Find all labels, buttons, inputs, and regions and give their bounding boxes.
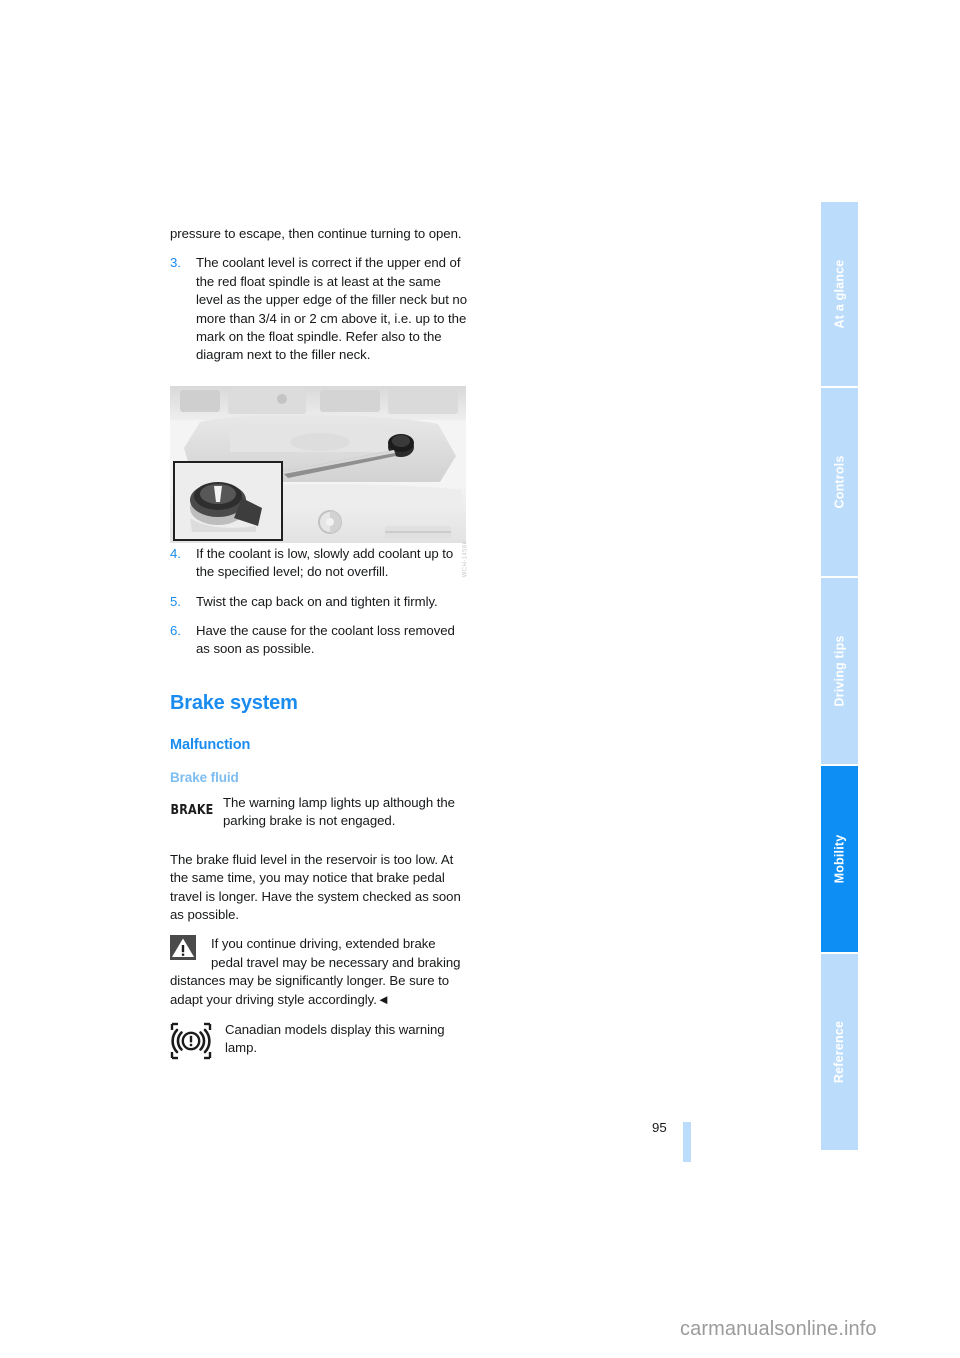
body-paragraph: The brake fluid level in the reservoir i…: [170, 851, 461, 922]
warning-note: If you continue driving, extended brake …: [170, 935, 470, 1009]
brake-lamp-note: BRAKE The warning lamp lights up althoug…: [170, 794, 470, 831]
sidebar-tab-mobility[interactable]: Mobility: [821, 766, 858, 954]
list-item-number: 4.: [170, 545, 181, 561]
list-item: 5. Twist the cap back on and tighten it …: [170, 593, 470, 611]
subsection-heading: Malfunction: [170, 736, 251, 753]
page-number-marker: [683, 1122, 691, 1162]
manual-page: At a glance Controls Driving tips Mobili…: [0, 0, 960, 1358]
sidebar-tab-label: Reference: [832, 1020, 847, 1084]
warning-note-body: If you continue driving, extended brake …: [170, 936, 461, 1007]
coolant-tank-figure: WCH-1458k: [170, 386, 468, 577]
continued-paragraph: pressure to escape, then continue turnin…: [170, 226, 462, 241]
sidebar-tab-reference[interactable]: Reference: [821, 954, 858, 1150]
list-item: 6. Have the cause for the coolant loss r…: [170, 622, 470, 659]
brake-warning-lamp-icon: BRAKE: [170, 794, 216, 828]
sidebar-tab-label: At a glance: [832, 259, 847, 329]
sub-subsection-heading: Brake fluid: [170, 769, 239, 785]
brake-lamp-label: BRAKE: [170, 803, 214, 819]
warning-note-text: If you continue driving, extended brake …: [170, 935, 470, 1009]
section-tab-rail: At a glance Controls Driving tips Mobili…: [821, 202, 858, 1150]
page-number: 95: [652, 1120, 667, 1135]
sidebar-tab-controls[interactable]: Controls: [821, 388, 858, 578]
sidebar-tab-driving-tips[interactable]: Driving tips: [821, 578, 858, 766]
list-item-number: 6.: [170, 623, 181, 639]
list-item-text: The coolant level is correct if the uppe…: [196, 255, 468, 363]
list-item-number: 5.: [170, 593, 181, 609]
list-item: 4. If the coolant is low, slowly add coo…: [170, 545, 470, 582]
canadian-lamp-note: Canadian models display this warning lam…: [170, 1021, 470, 1063]
figure-photo: [170, 386, 466, 543]
sidebar-tab-label: Driving tips: [832, 635, 847, 707]
sidebar-tab-at-a-glance[interactable]: At a glance: [821, 202, 858, 388]
sidebar-tab-label: Controls: [832, 455, 847, 509]
list-item-text: Twist the cap back on and tighten it fir…: [196, 593, 438, 609]
list-item: 3. The coolant level is correct if the u…: [170, 254, 470, 364]
list-item-number: 3.: [170, 255, 181, 271]
list-item-text: Have the cause for the coolant loss remo…: [196, 623, 455, 657]
section-heading: Brake system: [170, 691, 298, 714]
warning-end-marker: ◄: [376, 991, 390, 1007]
sidebar-tab-label: Mobility: [832, 834, 847, 884]
list-item-text: If the coolant is low, slowly add coolan…: [196, 545, 454, 580]
page-content-column: pressure to escape, then continue turnin…: [170, 225, 470, 1063]
warning-triangle-icon: [170, 935, 204, 961]
watermark: carmanualsonline.info: [680, 1318, 877, 1340]
canadian-brake-warning-lamp-icon: [170, 1021, 218, 1063]
figure-code: WCH-1458k: [462, 541, 468, 578]
